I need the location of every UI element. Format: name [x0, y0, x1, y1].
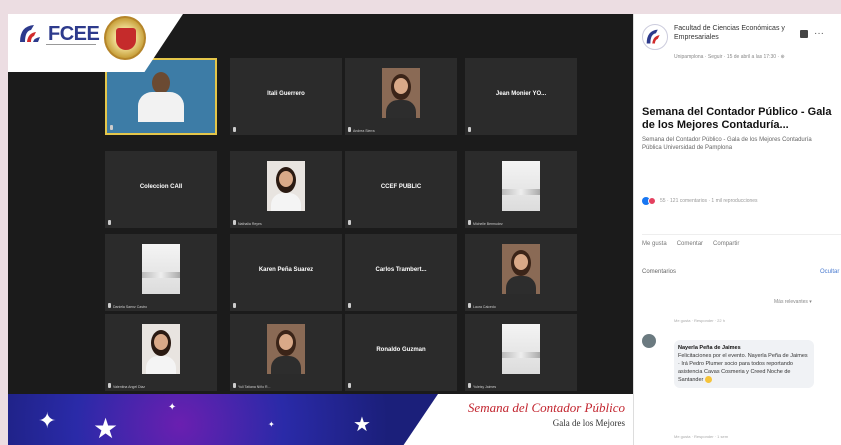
- participant-caption: Andrea Sierra: [353, 129, 375, 133]
- more-options-icon[interactable]: ···: [814, 28, 824, 39]
- microphone-icon: [110, 125, 113, 130]
- privacy-icon: [800, 30, 808, 38]
- participant-photo: [267, 161, 305, 211]
- participant-tile[interactable]: Karen Peña Suarez: [230, 234, 342, 311]
- page-avatar[interactable]: [642, 24, 668, 50]
- participant-tile[interactable]: Coleccion CAII: [105, 151, 217, 228]
- participant-tile[interactable]: Daniela Saenz Castro: [105, 234, 217, 311]
- comment-button[interactable]: Comentar: [677, 241, 703, 247]
- participant-photo: [142, 324, 180, 374]
- participant-caption: Yuleisy Jaimes: [473, 385, 497, 389]
- participant-caption: Valentina Angel Diaz: [113, 385, 146, 389]
- participant-tile[interactable]: Yuli Tatiana Niño R...: [230, 314, 342, 391]
- participant-caption: Laura Caicedo: [473, 305, 496, 309]
- participant-name: Ronaldo Guzman: [376, 347, 426, 353]
- participant-name: Coleccion CAII: [139, 184, 183, 190]
- participant-tile[interactable]: Yuleisy Jaimes: [465, 314, 577, 391]
- facebook-post-panel: Facultad de Ciencias Económicas y Empres…: [633, 14, 841, 445]
- post-title: Semana del Contador Público - Gala de lo…: [642, 106, 832, 131]
- comment-like-reply[interactable]: Me gusta · Responder · 22 h: [674, 318, 725, 323]
- star-icon: ✦: [268, 420, 275, 429]
- participant-name: Karen Peña Suarez: [258, 267, 314, 273]
- star-icon: ✦: [38, 408, 57, 433]
- participant-tile[interactable]: Nathalia Reyes: [230, 151, 342, 228]
- microphone-icon: [348, 303, 351, 308]
- microphone-icon: [348, 127, 351, 132]
- event-banner: ✦ ★ ✦ ★ ✦ Semana del Contador Público Ga…: [8, 394, 633, 445]
- reaction-counts: 55 · 121 comentarios · 1 mil reproduccio…: [660, 198, 758, 204]
- participant-tile[interactable]: Michelle Bermudez: [465, 151, 577, 228]
- microphone-icon: [233, 127, 236, 132]
- microphone-icon: [468, 303, 471, 308]
- like-button[interactable]: Me gusta: [642, 241, 667, 247]
- microphone-icon: [468, 127, 471, 132]
- participant-video: [138, 72, 184, 122]
- microphone-icon: [348, 383, 351, 388]
- participant-tile[interactable]: Andrea Sierra: [345, 58, 457, 135]
- microphone-icon: [108, 303, 111, 308]
- participant-name: Jean Monier YO...: [495, 91, 547, 97]
- participant-tile[interactable]: Carlos Trambert...: [345, 234, 457, 311]
- microphone-icon: [108, 220, 111, 225]
- post-description: Semana del Contador Público - Gala de lo…: [642, 137, 812, 151]
- logo-text: FCEE: [48, 22, 100, 45]
- emoji-icon: [704, 376, 712, 384]
- page-name[interactable]: Facultad de Ciencias Económicas y Empres…: [674, 24, 794, 42]
- logo-underline: [46, 44, 96, 45]
- star-icon: ★: [353, 414, 371, 436]
- participant-photo: [502, 161, 540, 211]
- participant-caption: Yuli Tatiana Niño R...: [238, 385, 271, 389]
- participant-photo: [502, 324, 540, 374]
- participant-tile[interactable]: Jean Monier YO...: [465, 58, 577, 135]
- screenshot-frame: Itali Guerrero Andrea Sierra Jean Monier Y…: [0, 0, 841, 445]
- love-reaction-icon: [648, 197, 656, 205]
- hide-comments-link[interactable]: Ocultar: [820, 269, 839, 275]
- participant-tile[interactable]: Ronaldo Guzman: [345, 314, 457, 391]
- seal-shield-icon: [116, 28, 136, 50]
- banner-starfield: ✦ ★ ✦ ★ ✦: [8, 394, 438, 445]
- participant-caption: Daniela Saenz Castro: [113, 305, 148, 309]
- microphone-icon: [233, 220, 236, 225]
- commenter-avatar[interactable]: [642, 334, 656, 348]
- university-seal: [104, 16, 146, 60]
- commenter-name[interactable]: Nayerla Peña de Jaimes: [678, 345, 741, 351]
- participant-name: Carlos Trambert...: [375, 267, 427, 273]
- participant-name: CCEF PUBLIC: [380, 184, 422, 190]
- reactions-row[interactable]: 55 · 121 comentarios · 1 mil reproduccio…: [642, 197, 758, 205]
- comment-text: Felicitaciones por el evento. Nayerla Pe…: [678, 353, 808, 383]
- participant-caption: Nathalia Reyes: [238, 222, 262, 226]
- participant-photo: [502, 244, 540, 294]
- participant-photo: [382, 68, 420, 118]
- microphone-icon: [108, 383, 111, 388]
- comment-like-reply[interactable]: Me gusta · Responder · 1 sem: [674, 434, 728, 439]
- banner-title: Semana del Contador Público: [467, 400, 625, 415]
- post-actions: Me gusta Comentar Compartir: [642, 234, 841, 247]
- fcee-logo-icon: [20, 25, 40, 42]
- comments-label: Comentarios: [642, 269, 677, 275]
- microphone-icon: [468, 383, 471, 388]
- comment-bubble: Nayerla Peña de Jaimes Felicitaciones po…: [674, 340, 814, 388]
- microphone-icon: [233, 303, 236, 308]
- participant-tile[interactable]: CCEF PUBLIC: [345, 151, 457, 228]
- star-icon: ✦: [168, 402, 177, 413]
- share-button[interactable]: Compartir: [713, 241, 739, 247]
- banner-subtitle: Gala de los Mejores: [552, 418, 625, 428]
- fcee-avatar-icon: [646, 29, 660, 44]
- microphone-icon: [348, 220, 351, 225]
- star-icon: ★: [93, 413, 119, 444]
- participant-caption: Michelle Bermudez: [473, 222, 503, 226]
- participant-photo: [267, 324, 305, 374]
- participant-photo: [142, 244, 180, 294]
- post-meta: Unipamplona · Seguir · 15 de abril a las…: [674, 54, 785, 60]
- participant-tile[interactable]: Itali Guerrero: [230, 58, 342, 135]
- participant-name: Itali Guerrero: [267, 91, 305, 97]
- participant-tile[interactable]: Valentina Angel Diaz: [105, 314, 217, 391]
- microphone-icon: [468, 220, 471, 225]
- microphone-icon: [233, 383, 236, 388]
- participant-tile[interactable]: Laura Caicedo: [465, 234, 577, 311]
- sort-comments-dropdown[interactable]: Más relevantes ▾: [774, 299, 812, 305]
